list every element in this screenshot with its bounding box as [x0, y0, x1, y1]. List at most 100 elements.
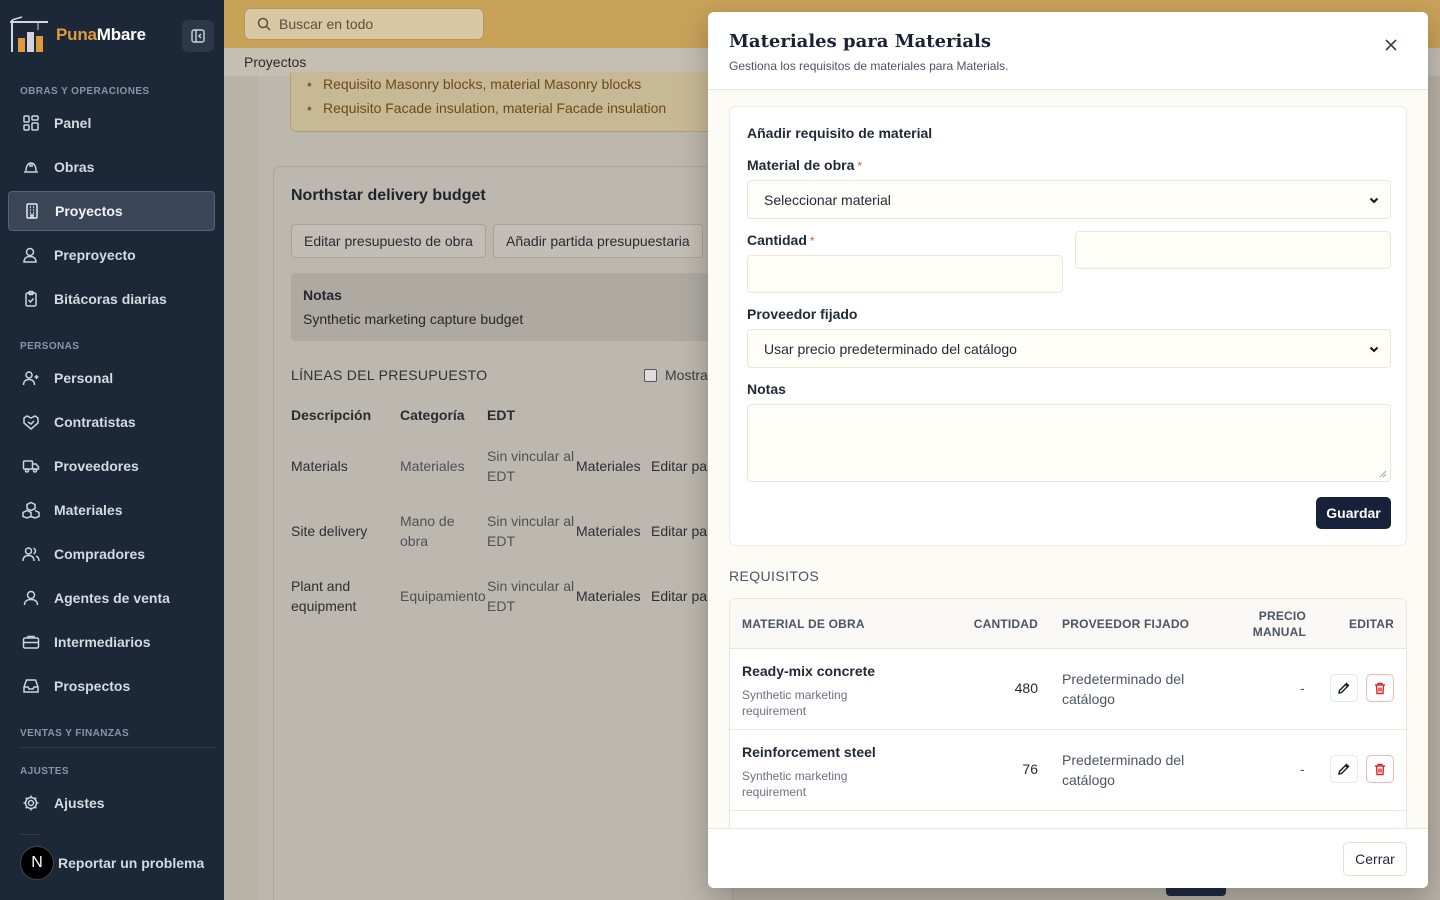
sidebar-item-compradores[interactable]: Compradores: [8, 534, 215, 574]
sidebar-item-agentes[interactable]: Agentes de venta: [8, 578, 215, 618]
notes-textarea[interactable]: [747, 404, 1391, 482]
row-edt: Sin vincular al EDT: [487, 448, 575, 484]
breadcrumb-item[interactable]: Proyectos: [244, 54, 306, 70]
sidebar-item-proyectos[interactable]: Proyectos: [8, 191, 215, 231]
modal-subtitle: Gestiona los requisitos de materiales pa…: [729, 59, 1009, 73]
resize-handle-icon[interactable]: [1379, 470, 1387, 478]
requirements-title: REQUISITOS: [729, 568, 820, 584]
notes-label: Notas: [747, 381, 786, 397]
nav-section-ajustes: AJUSTES: [20, 766, 69, 777]
sidebar-item-panel[interactable]: Panel: [8, 103, 215, 143]
modal-footer: Cerrar: [708, 828, 1428, 888]
sidebar-item-obras[interactable]: Obras: [8, 147, 215, 187]
row-materials-link[interactable]: Materiales: [576, 586, 641, 606]
supplier-select[interactable]: Usar precio predeterminado del catálogo: [747, 329, 1391, 368]
row-edit-link[interactable]: Editar par: [651, 521, 712, 541]
row-materials-link[interactable]: Materiales: [576, 456, 641, 476]
background-button-edge: [1166, 888, 1226, 896]
material-select[interactable]: Seleccionar material: [747, 180, 1391, 219]
sidebar-item-label: Ajustes: [54, 795, 105, 811]
row-supplier: Predeterminado del catálogo: [1062, 671, 1185, 707]
sidebar-item-personal[interactable]: Personal: [8, 358, 215, 398]
pencil-icon: [1338, 763, 1350, 775]
row-material-desc: Synthetic marketing requirement: [742, 769, 848, 799]
sidebar-item-label: Materiales: [54, 502, 123, 518]
row-edt: Sin vincular al EDT: [487, 578, 575, 614]
unit-input[interactable]: [1075, 231, 1391, 269]
edit-budget-button[interactable]: Editar presupuesto de obra: [291, 224, 486, 258]
sidebar-item-prospectos[interactable]: Prospectos: [8, 666, 215, 706]
sidebar-item-label: Proyectos: [55, 203, 123, 219]
sidebar-item-preproyecto[interactable]: Preproyecto: [8, 235, 215, 275]
sidebar-item-proveedores[interactable]: Proveedores: [8, 446, 215, 486]
trash-icon: [1375, 763, 1385, 776]
global-search-input[interactable]: Buscar en todo: [244, 8, 484, 40]
alert-list: Requisito Masonry blocks, material Mason…: [290, 72, 730, 132]
table-row: Reinforcement steel Synthetic marketing …: [730, 730, 1406, 811]
alert-item: Requisito Facade insulation, material Fa…: [307, 100, 666, 116]
collapse-sidebar-button[interactable]: [182, 20, 214, 52]
sidebar-item-contratistas[interactable]: Contratistas: [8, 402, 215, 442]
sidebar-item-label: Panel: [54, 115, 92, 131]
boxes-icon: [22, 501, 40, 519]
row-material-name: Reinforcement steel: [742, 744, 876, 760]
modal-header: Materiales para Materials Gestiona los r…: [708, 12, 1428, 90]
row-materials-link[interactable]: Materiales: [576, 521, 641, 541]
cerrar-button[interactable]: Cerrar: [1343, 842, 1407, 876]
edit-row-button[interactable]: [1330, 755, 1358, 783]
user-search-icon: [23, 247, 37, 263]
sidebar-item-label: Personal: [54, 370, 114, 386]
notes-value: Synthetic marketing capture budget: [303, 311, 524, 327]
report-problem-label: Reportar un problema: [58, 855, 205, 871]
sidebar-item-materiales[interactable]: Materiales: [8, 490, 215, 530]
sidebar-item-label: Agentes de venta: [54, 590, 170, 606]
row-edit-link[interactable]: Editar par: [651, 456, 712, 476]
edit-row-button[interactable]: [1330, 674, 1358, 702]
crane-building-logo-icon: [8, 16, 50, 54]
report-problem-link[interactable]: N Reportar un problema: [20, 846, 204, 880]
budget-lines-title: LÍNEAS DEL PRESUPUESTO: [291, 367, 488, 383]
dev-badge[interactable]: N: [20, 846, 54, 880]
chevron-down-icon: [1369, 197, 1379, 203]
pencil-icon: [1338, 682, 1350, 694]
col-header-description: Descripción: [291, 407, 372, 423]
col-header-category: Categoría: [400, 407, 465, 423]
close-modal-button[interactable]: [1380, 34, 1402, 56]
col-header-qty: CANTIDAD: [973, 617, 1038, 631]
sidebar-item-ajustes[interactable]: Ajustes: [8, 783, 215, 823]
briefcase-icon: [22, 635, 40, 649]
user-plus-icon: [22, 371, 39, 386]
sidebar: PunaMbare OBRAS Y OPERACIONES Panel Obra…: [0, 0, 224, 900]
row-manual-price: -: [1300, 761, 1305, 777]
nav-section-obras: OBRAS Y OPERACIONES: [20, 86, 150, 97]
clipboard-check-icon: [25, 290, 37, 307]
add-budget-line-button[interactable]: Añadir partida presupuestaria: [493, 224, 703, 258]
delete-row-button[interactable]: [1366, 755, 1394, 783]
row-description: Site delivery: [291, 523, 368, 539]
building-icon: [26, 203, 38, 219]
sidebar-item-bitacoras[interactable]: Bitácoras diarias: [8, 279, 215, 319]
delete-row-button[interactable]: [1366, 674, 1394, 702]
row-category: Mano de obra: [400, 513, 455, 549]
nav-section-personas: PERSONAS: [20, 341, 80, 352]
save-button[interactable]: Guardar: [1316, 497, 1391, 529]
users-icon: [22, 547, 40, 562]
row-description: Plant and equipment: [291, 578, 357, 614]
material-select-value: Seleccionar material: [764, 191, 891, 208]
sidebar-item-intermediarios[interactable]: Intermediarios: [8, 622, 215, 662]
row-quantity: 76: [1022, 761, 1038, 777]
col-header-supplier: PROVEEDOR FIJADO: [1062, 617, 1190, 631]
col-header-edt: EDT: [487, 407, 515, 423]
row-description: Materials: [291, 458, 348, 474]
show-toggle[interactable]: Mostra: [644, 367, 708, 383]
sidebar-item-label: Bitácoras diarias: [54, 291, 167, 307]
chevron-down-icon: [1369, 346, 1379, 352]
grid-icon: [23, 115, 39, 131]
row-edit-link[interactable]: Editar par: [651, 586, 712, 606]
brand-name: PunaMbare: [56, 25, 146, 44]
row-material-desc: Synthetic marketing requirement: [742, 688, 848, 718]
show-checkbox[interactable]: [644, 368, 657, 382]
brand-logo[interactable]: PunaMbare: [8, 16, 146, 54]
quantity-input[interactable]: [747, 255, 1063, 293]
handshake-icon: [23, 415, 39, 430]
